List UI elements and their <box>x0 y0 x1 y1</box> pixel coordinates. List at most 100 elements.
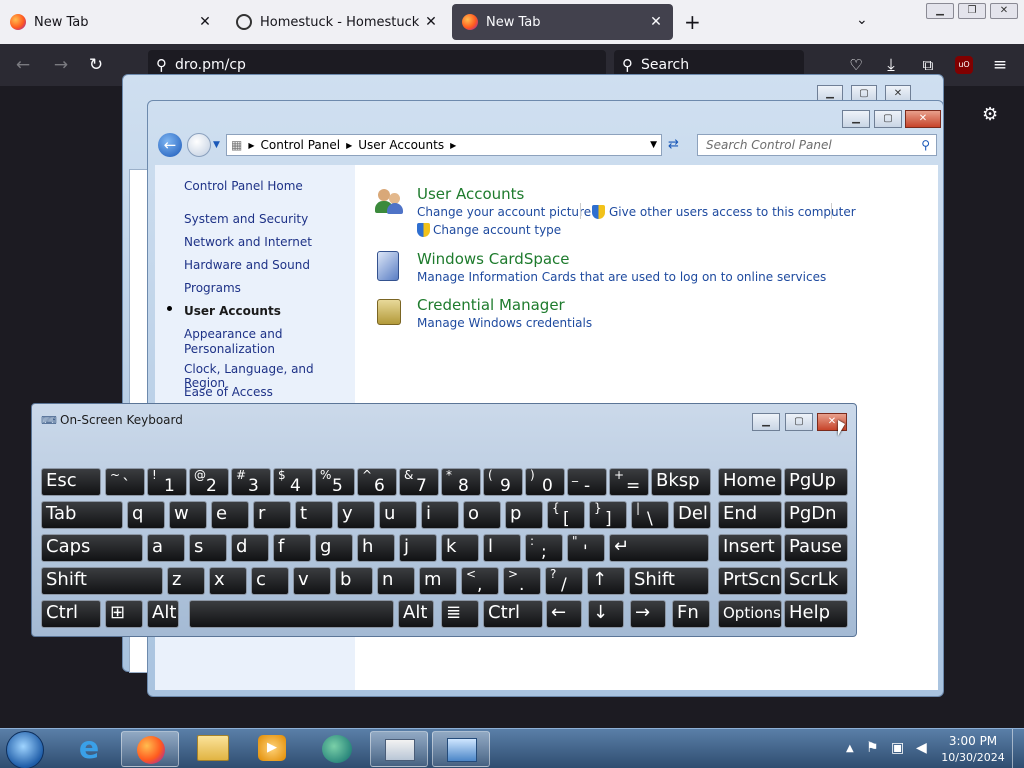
key-3-14[interactable]: ScrLk <box>784 567 848 595</box>
tab-new-tab-active[interactable]: New Tab ✕ <box>452 4 673 40</box>
refresh-icon[interactable]: ⇄ <box>668 137 679 152</box>
key-4-7[interactable]: ← <box>546 600 582 628</box>
start-orb-icon[interactable] <box>6 731 44 768</box>
key-0-16[interactable]: PgUp <box>784 468 848 496</box>
address-dropdown-icon[interactable]: ▼ <box>650 140 657 150</box>
key-0-9[interactable]: * 8 <box>441 468 481 496</box>
key-1-4[interactable]: r <box>253 501 291 529</box>
key-1-9[interactable]: o <box>463 501 501 529</box>
sidebar-item-user-accounts[interactable]: User Accounts <box>184 304 281 318</box>
key-4-11[interactable]: Options <box>718 600 782 628</box>
key-0-8[interactable]: & 7 <box>399 468 439 496</box>
key-4-6[interactable]: Ctrl <box>483 600 543 628</box>
key-2-11[interactable]: " ' <box>567 534 605 562</box>
key-0-2[interactable]: ! 1 <box>147 468 187 496</box>
key-0-3[interactable]: @2 <box>189 468 229 496</box>
osk-minimize-button[interactable]: ▁ <box>752 413 780 431</box>
key-3-9[interactable]: >. <box>503 567 541 595</box>
show-hidden-icons-arrow[interactable]: ▲ <box>846 743 854 754</box>
key-3-0[interactable]: Shift <box>41 567 163 595</box>
clock-time[interactable]: 3:00 PM <box>940 734 1006 748</box>
key-0-5[interactable]: $4 <box>273 468 313 496</box>
key-1-2[interactable]: w <box>169 501 207 529</box>
key-3-12[interactable]: Shift <box>629 567 709 595</box>
key-1-5[interactable]: t <box>295 501 333 529</box>
action-center-icon[interactable]: ⚑ <box>866 740 879 756</box>
key-4-5[interactable]: ≣ <box>441 600 479 628</box>
breadcrumb-user-accounts[interactable]: User Accounts <box>358 138 444 152</box>
network-icon[interactable]: ▣ <box>891 740 904 756</box>
key-0-15[interactable]: Home <box>718 468 782 496</box>
key-4-3[interactable] <box>189 600 394 628</box>
tab-homestuck[interactable]: Homestuck - Homestuck ✕ <box>226 4 448 40</box>
sidebar-item-appearance[interactable]: Appearance and Personalization <box>184 327 344 357</box>
key-1-1[interactable]: q <box>127 501 165 529</box>
close-tab-icon[interactable]: ✕ <box>422 13 440 31</box>
key-3-6[interactable]: n <box>377 567 415 595</box>
link-change-account-type[interactable]: Change account type <box>433 223 561 237</box>
key-3-7[interactable]: m <box>419 567 457 595</box>
restore-button[interactable]: ❐ <box>958 3 986 19</box>
close-tab-icon[interactable]: ✕ <box>647 13 665 31</box>
show-desktop-button[interactable] <box>1012 729 1024 768</box>
key-2-0[interactable]: Caps <box>41 534 143 562</box>
key-0-4[interactable]: #3 <box>231 468 271 496</box>
close-tab-icon[interactable]: ✕ <box>196 13 214 31</box>
link-give-other-users-access[interactable]: Give other users access to this computer <box>609 205 856 219</box>
key-1-12[interactable]: }] <box>589 501 627 529</box>
key-1-13[interactable]: | \ <box>631 501 669 529</box>
cp-minimize-button[interactable]: ▁ <box>842 110 870 128</box>
category-windows-cardspace[interactable]: Windows CardSpace <box>417 250 570 268</box>
key-1-8[interactable]: i <box>421 501 459 529</box>
reload-icon[interactable]: ↻ <box>85 54 107 76</box>
tor-browser-icon[interactable] <box>322 735 352 763</box>
pocket-icon[interactable]: ♡ <box>845 54 867 76</box>
key-0-1[interactable]: ~ ` <box>105 468 145 496</box>
key-2-8[interactable]: k <box>441 534 479 562</box>
back-icon[interactable]: ← <box>12 54 34 76</box>
key-4-1[interactable]: ⊞ <box>105 600 143 628</box>
key-3-8[interactable]: <, <box>461 567 499 595</box>
download-icon[interactable]: ⤓ <box>880 54 902 76</box>
key-0-14[interactable]: Bksp <box>651 468 711 496</box>
media-player-icon[interactable]: ▶ <box>258 735 286 761</box>
key-1-0[interactable]: Tab <box>41 501 123 529</box>
key-4-12[interactable]: Help <box>784 600 848 628</box>
taskbar-on-screen-keyboard[interactable] <box>370 731 428 767</box>
sidebar-item-network[interactable]: Network and Internet <box>184 235 312 249</box>
key-4-4[interactable]: Alt <box>398 600 434 628</box>
key-2-2[interactable]: s <box>189 534 227 562</box>
taskbar-firefox[interactable] <box>121 731 179 767</box>
cp-close-button[interactable]: ✕ <box>905 110 941 128</box>
new-tab-button[interactable]: + <box>684 10 701 34</box>
key-1-15[interactable]: End <box>718 501 782 529</box>
key-1-3[interactable]: e <box>211 501 249 529</box>
key-1-14[interactable]: Del <box>673 501 711 529</box>
extensions-icon[interactable]: ⧉ <box>917 54 939 76</box>
menu-icon[interactable]: ≡ <box>989 54 1011 76</box>
recent-pages-icon[interactable]: ▼ <box>213 140 220 150</box>
link-change-account-picture[interactable]: Change your account picture <box>417 205 591 219</box>
key-0-11[interactable]: ) 0 <box>525 468 565 496</box>
forward-arrow-icon[interactable] <box>187 133 211 157</box>
link-manage-information-cards[interactable]: Manage Information Cards that are used t… <box>417 270 826 284</box>
gear-icon[interactable]: ⚙ <box>982 104 998 125</box>
back-arrow-icon[interactable]: ← <box>158 133 182 157</box>
key-0-12[interactable]: _ - <box>567 468 607 496</box>
key-0-13[interactable]: + = <box>609 468 649 496</box>
key-2-3[interactable]: d <box>231 534 269 562</box>
key-1-11[interactable]: {[ <box>547 501 585 529</box>
taskbar-control-panel[interactable] <box>432 731 490 767</box>
address-bar[interactable]: ▦ ▶ Control Panel ▶ User Accounts ▶ ▼ <box>226 134 662 156</box>
key-4-9[interactable]: → <box>630 600 666 628</box>
forward-icon[interactable]: → <box>50 54 72 76</box>
key-3-5[interactable]: b <box>335 567 373 595</box>
key-3-3[interactable]: c <box>251 567 289 595</box>
key-4-2[interactable]: Alt <box>147 600 179 628</box>
key-1-10[interactable]: p <box>505 501 543 529</box>
key-2-1[interactable]: a <box>147 534 185 562</box>
key-2-9[interactable]: l <box>483 534 521 562</box>
clock-date[interactable]: 10/30/2024 <box>940 751 1006 764</box>
list-all-tabs-icon[interactable]: ⌄ <box>856 12 868 28</box>
key-1-16[interactable]: PgDn <box>784 501 848 529</box>
